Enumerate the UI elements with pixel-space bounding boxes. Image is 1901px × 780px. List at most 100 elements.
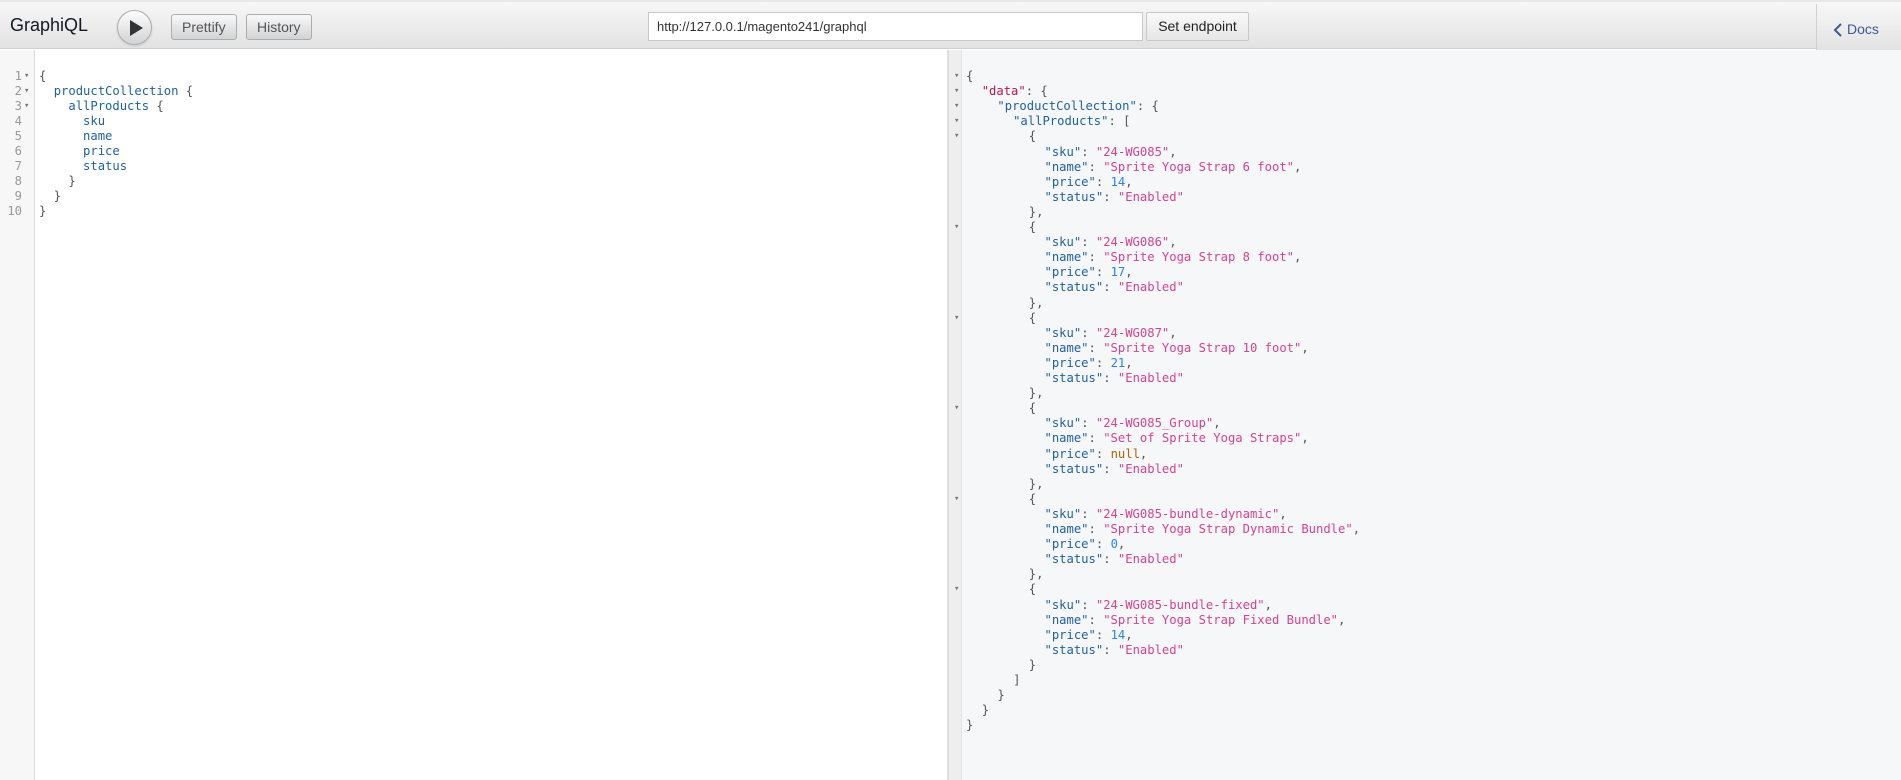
result-code: { [1028,582,1037,597]
query-line[interactable]: 5 name [0,129,948,144]
result-line: "price": 0, [962,537,1901,552]
result-code: "sku": "24-WG085_Group", [1044,416,1221,431]
result-line: "price": 21, [962,356,1901,371]
fold-arrow-icon[interactable]: ▾ [24,99,29,114]
fold-arrow-icon[interactable]: ▾ [954,114,959,129]
result-code: "name": "Set of Sprite Yoga Straps", [1044,431,1309,446]
result-line: ▾ "productCollection": { [954,99,1901,114]
query-code: sku [83,114,106,128]
result-code: } [966,718,974,733]
fold-arrow-icon[interactable]: ▾ [954,492,959,507]
query-line[interactable]: 3 ▾ allProducts { [0,99,948,114]
result-code: }, [1028,476,1044,491]
result-line: ▾{ [954,69,1901,84]
result-code: }, [1028,295,1044,310]
result-line: "price": 14, [962,175,1901,190]
result-line: ] [962,673,1901,688]
result-line: }, [962,567,1901,582]
result-line: "price": 14, [962,628,1901,643]
query-code: status [83,159,128,173]
line-number: 1 [14,69,22,83]
fold-arrow-icon[interactable]: ▾ [954,220,959,235]
query-code: allProducts { [68,99,164,113]
query-line[interactable]: 8 } [0,174,948,189]
result-code: "allProducts": [ [1013,114,1131,129]
result-code: { [1028,401,1037,416]
result-line: "name": "Sprite Yoga Strap 10 foot", [962,341,1901,356]
history-button[interactable]: History [246,14,312,40]
fold-arrow-icon[interactable]: ▾ [954,582,959,597]
execute-query-button[interactable] [117,10,152,45]
result-code: "status": "Enabled" [1044,371,1184,385]
result-line: }, [962,296,1901,311]
result-line: "sku": "24-WG085", [962,145,1901,160]
result-code: "price": 14, [1044,627,1133,642]
result-code: "name": "Sprite Yoga Strap 10 foot", [1044,340,1309,355]
line-number: 4 [14,114,22,128]
result-code: }, [1028,204,1044,219]
result-line: } [962,718,1901,733]
fold-arrow-icon[interactable]: ▾ [954,401,959,416]
endpoint-url-input[interactable]: http://127.0.0.1/magento241/graphql [648,12,1143,41]
result-code: "data": { [981,84,1048,99]
line-number: 9 [14,189,22,203]
fold-arrow-icon[interactable]: ▾ [954,84,959,99]
result-code: } [981,703,990,718]
fold-arrow-icon[interactable]: ▾ [24,84,29,99]
query-line[interactable]: 2 ▾ productCollection { [0,84,948,99]
query-code: name [83,129,113,143]
fold-arrow-icon[interactable]: ▾ [954,99,959,114]
result-code: "sku": "24-WG086", [1044,235,1177,250]
app-title: GraphiQL [10,15,89,35]
result-line: "status": "Enabled" [962,190,1901,205]
result-line: } [962,703,1901,718]
result-code: "price": null, [1044,446,1148,461]
set-endpoint-button[interactable]: Set endpoint [1146,12,1249,41]
prettify-button[interactable]: Prettify [171,14,237,40]
result-line: "sku": "24-WG085-bundle-dynamic", [962,507,1901,522]
docs-button[interactable]: Docs [1816,4,1901,51]
result-line: "name": "Set of Sprite Yoga Straps", [962,431,1901,446]
query-line[interactable]: 1 ▾ { [0,69,948,84]
result-line: ▾ "data": { [954,84,1901,99]
query-line[interactable]: 9 } [0,189,948,204]
result-code: "sku": "24-WG085-bundle-fixed", [1044,597,1272,612]
result-code: "price": 14, [1044,174,1133,189]
fold-arrow-icon[interactable]: ▾ [954,311,959,326]
query-code: } [53,189,62,203]
result-line: }, [962,205,1901,220]
result-line: "status": "Enabled" [962,552,1901,567]
result-code: "status": "Enabled" [1044,280,1184,295]
result-code: "price": 17, [1044,265,1133,280]
result-line: "sku": "24-WG085_Group", [962,416,1901,431]
result-line: } [962,688,1901,703]
result-line: "sku": "24-WG087", [962,326,1901,341]
result-code: "name": "Sprite Yoga Strap Fixed Bundle"… [1044,612,1346,627]
result-code: { [966,69,974,83]
fold-arrow-icon[interactable]: ▾ [954,129,959,144]
play-icon [130,20,143,36]
query-line[interactable]: 4 sku [0,114,948,129]
line-number: 2 [14,84,22,98]
result-line: "name": "Sprite Yoga Strap 8 foot", [962,250,1901,265]
result-code: ] [1013,673,1021,687]
result-line: "name": "Sprite Yoga Strap 6 foot", [962,160,1901,175]
result-code: { [1028,491,1037,506]
query-line[interactable]: 10} [0,204,948,219]
result-code: "price": 0, [1044,537,1126,552]
fold-arrow-icon[interactable]: ▾ [954,69,959,84]
result-line: "price": null, [962,447,1901,462]
result-code: "sku": "24-WG085", [1044,144,1177,159]
fold-arrow-icon[interactable]: ▾ [24,69,29,84]
result-code: } [1028,657,1037,672]
toolbar: GraphiQL Prettify History http://127.0.0… [0,0,1901,51]
line-number: 3 [14,99,22,113]
query-line[interactable]: 6 price [0,144,948,159]
query-editor[interactable]: 1 ▾{2 ▾ productCollection {3 ▾ allProducts … [0,50,948,780]
result-code: "status": "Enabled" [1044,642,1184,657]
result-code: "name": "Sprite Yoga Strap 8 foot", [1044,250,1302,265]
query-code: } [68,174,76,188]
chevron-left-icon [1833,23,1842,37]
query-line[interactable]: 7 status [0,159,948,174]
result-line: "sku": "24-WG085-bundle-fixed", [962,598,1901,613]
